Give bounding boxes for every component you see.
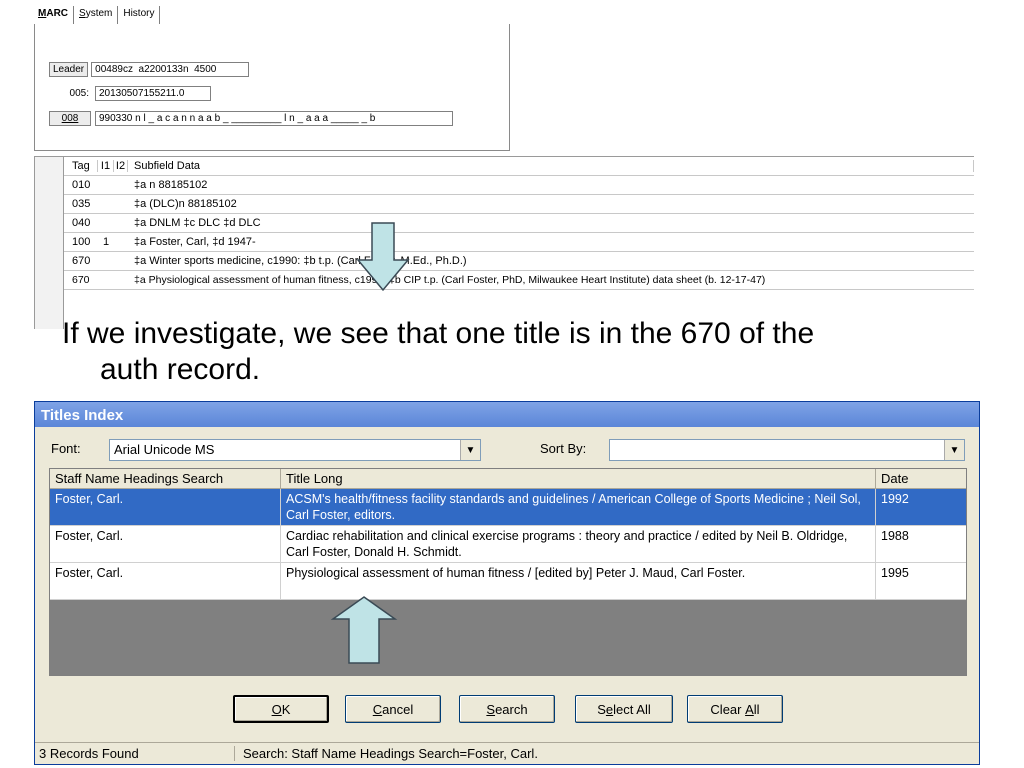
sortby-select[interactable]: ▼: [609, 439, 965, 461]
row-subfield: ‡a Physiological assessment of human fit…: [134, 274, 766, 286]
row-tag: 670: [72, 255, 91, 267]
cancel-button[interactable]: Cancel: [345, 695, 441, 723]
row-subfield: ‡a Winter sports medicine, c1990: ‡b t.p…: [134, 255, 467, 267]
status-search-text: Search: Staff Name Headings Search=Foste…: [243, 746, 538, 761]
list-item[interactable]: Foster, Carl. Physiological assessment o…: [50, 563, 966, 600]
item-name: Foster, Carl.: [50, 563, 281, 599]
table-row[interactable]: 010 ‡a n 88185102: [34, 175, 974, 195]
marc-field-grid: Tag I1 I2 Subfield Data 010 ‡a n 8818510…: [34, 156, 974, 329]
tab-marc[interactable]: MARC: [38, 6, 75, 24]
slide-caption: If we investigate, we see that one title…: [62, 316, 962, 388]
tab-system[interactable]: System: [74, 6, 119, 24]
table-row[interactable]: 670 ‡a Winter sports medicine, c1990: ‡b…: [34, 251, 974, 271]
row-selector: [34, 156, 64, 176]
marc-tabs: MARC System History: [38, 6, 161, 24]
column-header-name[interactable]: Staff Name Headings Search: [50, 469, 281, 489]
row-i1: 1: [102, 236, 110, 248]
field-005-value[interactable]: 20130507155211.0: [95, 86, 211, 101]
clear-all-button[interactable]: Clear All: [687, 695, 783, 723]
header-i1: I1: [98, 160, 114, 172]
row-subfield: ‡a n 88185102: [134, 179, 208, 191]
row-selector[interactable]: [34, 251, 64, 271]
row-subfield: ‡a (DLC)n 88185102: [134, 198, 237, 210]
status-bar: 3 Records Found Search: Staff Name Headi…: [35, 742, 979, 764]
item-title: Physiological assessment of human fitnes…: [281, 563, 876, 599]
status-record-count: 3 Records Found: [35, 746, 235, 761]
item-date: 1988: [881, 529, 909, 543]
field-005-label: 005:: [69, 88, 89, 99]
marc-editor-window: MARC System History Leader 00489cz a2200…: [34, 0, 974, 329]
item-name: Foster, Carl.: [50, 489, 281, 525]
row-tag: 100: [72, 236, 91, 248]
arrow-down-icon: [356, 222, 410, 292]
field-005-row: 005: 20130507155211.0: [49, 86, 211, 101]
ok-button[interactable]: OK: [233, 695, 329, 723]
titles-index-dialog: Titles Index Font: Arial Unicode MS ▼ So…: [34, 401, 980, 765]
grid-header: Tag I1 I2 Subfield Data: [34, 156, 974, 176]
row-tag: 035: [72, 198, 91, 210]
header-subfield: Subfield Data: [128, 160, 974, 172]
chevron-down-icon[interactable]: ▼: [944, 440, 964, 460]
column-header-title[interactable]: Title Long: [281, 469, 876, 489]
table-row[interactable]: 670 ‡a Physiological assessment of human…: [34, 270, 974, 290]
grid-empty-selector: [34, 290, 64, 329]
item-date: 1995: [881, 566, 909, 580]
header-i2: I2: [114, 160, 128, 172]
font-label: Font:: [51, 441, 81, 456]
font-select-value: Arial Unicode MS: [114, 442, 215, 457]
titles-list[interactable]: Staff Name Headings Search Title Long Da…: [49, 468, 967, 676]
chevron-down-icon[interactable]: ▼: [460, 440, 480, 460]
list-item[interactable]: Foster, Carl. Cardiac rehabilitation and…: [50, 526, 966, 563]
leader-value[interactable]: 00489cz a2200133n 4500: [91, 62, 250, 77]
row-tag: 670: [72, 274, 90, 286]
dialog-buttons: OK Cancel Search Se lect All Clear All: [35, 695, 979, 725]
fixed-fields-panel: Leader 00489cz a2200133n 4500 005: 20130…: [34, 24, 510, 151]
item-title: Cardiac rehabilitation and clinical exer…: [281, 526, 876, 562]
list-header: Staff Name Headings Search Title Long Da…: [50, 469, 966, 489]
item-title: ACSM's health/fitness facility standards…: [281, 489, 876, 525]
row-selector[interactable]: [34, 213, 64, 233]
item-name: Foster, Carl.: [50, 526, 281, 562]
row-selector[interactable]: [34, 232, 64, 252]
table-row[interactable]: 100 1 ‡a Foster, Carl, ‡d 1947-: [34, 232, 974, 252]
leader-button[interactable]: Leader: [49, 62, 89, 77]
caption-line-2: auth record.: [100, 353, 261, 386]
row-selector[interactable]: [34, 194, 64, 214]
sortby-label: Sort By:: [540, 441, 587, 456]
row-selector[interactable]: [34, 175, 64, 195]
list-item[interactable]: Foster, Carl. ACSM's health/fitness faci…: [50, 489, 966, 526]
select-all-button[interactable]: Se lect All: [575, 695, 673, 723]
row-tag: 040: [72, 217, 91, 229]
table-row[interactable]: 035 ‡a (DLC)n 88185102: [34, 194, 974, 214]
item-date: 1992: [881, 492, 909, 506]
field-008-row: 008 990330 n l _ a c a n n a a b _ _____…: [49, 111, 453, 126]
row-tag: 010: [72, 179, 91, 191]
row-selector[interactable]: [34, 270, 64, 290]
table-row[interactable]: 040 ‡a DNLM ‡c DLC ‡d DLC: [34, 213, 974, 233]
row-subfield: ‡a DNLM ‡c DLC ‡d DLC: [134, 217, 261, 229]
caption-line-1: If we investigate, we see that one title…: [62, 317, 815, 350]
font-select[interactable]: Arial Unicode MS ▼: [109, 439, 481, 461]
row-subfield: ‡a Foster, Carl, ‡d 1947-: [134, 236, 256, 248]
arrow-up-icon: [330, 596, 398, 664]
field-008-value[interactable]: 990330 n l _ a c a n n a a b _ _________…: [95, 111, 453, 126]
header-tag: Tag: [64, 160, 98, 172]
leader-row: Leader 00489cz a2200133n 4500: [49, 62, 250, 77]
tab-history[interactable]: History: [118, 6, 161, 24]
search-button[interactable]: Search: [459, 695, 555, 723]
field-008-button[interactable]: 008: [49, 111, 91, 126]
column-header-date[interactable]: Date: [876, 469, 966, 489]
dialog-titlebar[interactable]: Titles Index: [35, 402, 979, 427]
